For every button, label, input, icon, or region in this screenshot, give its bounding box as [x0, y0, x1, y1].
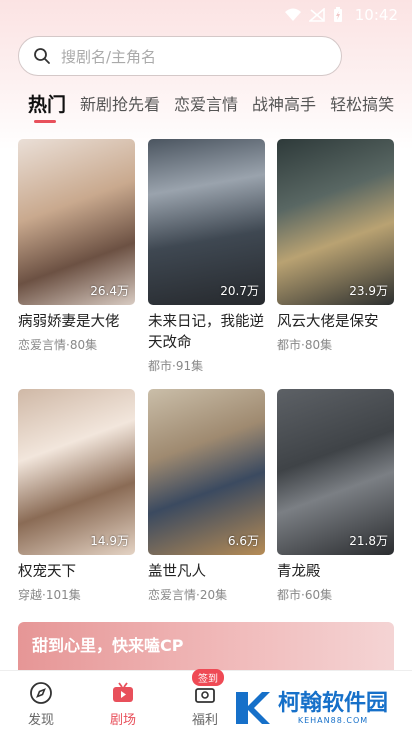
tab-comedy[interactable]: 轻松搞笑	[330, 92, 394, 118]
drama-card[interactable]: 23.9万 风云大佬是保安 都市·80集	[277, 139, 394, 353]
drama-meta: 都市·91集	[148, 359, 204, 373]
category-tabs: 热门 新剧抢先看 恋爱言情 战神高手 轻松搞笑	[28, 92, 412, 126]
battery-charging-icon	[333, 7, 342, 22]
drama-meta: 恋爱言情·80集	[18, 338, 98, 352]
view-count: 20.7万	[220, 284, 259, 298]
drama-poster[interactable]: 21.8万	[277, 389, 394, 555]
nav-discover[interactable]: 发现	[0, 671, 82, 734]
drama-meta: 恋爱言情·20集	[148, 588, 228, 602]
drama-title[interactable]: 权宠天下	[18, 562, 135, 583]
search-placeholder: 搜剧名/主角名	[61, 47, 157, 66]
drama-poster[interactable]: 23.9万	[277, 139, 394, 305]
tv-icon	[113, 682, 133, 702]
watermark: 柯翰软件园 KEHAN88.COM	[232, 682, 412, 734]
drama-title[interactable]: 病弱娇妻是大佬	[18, 312, 135, 333]
checkin-badge: 签到	[192, 669, 224, 686]
nav-label: 福利	[191, 713, 218, 728]
wifi-icon	[284, 8, 301, 21]
search-icon	[34, 48, 50, 64]
drama-title[interactable]: 未来日记，我能逆天改命	[148, 312, 265, 354]
nav-label: 发现	[27, 713, 54, 728]
watermark-text: 柯翰软件园	[278, 690, 389, 716]
tab-romance[interactable]: 恋爱言情	[174, 92, 238, 118]
banner-text: 甜到心里，快来嗑CP	[32, 636, 184, 655]
view-count: 23.9万	[349, 284, 388, 298]
drama-poster[interactable]: 6.6万	[148, 389, 265, 555]
nav-label: 剧场	[109, 713, 136, 728]
compass-icon	[30, 682, 52, 704]
drama-card[interactable]: 26.4万 病弱娇妻是大佬 恋爱言情·80集	[18, 139, 135, 353]
drama-poster[interactable]: 20.7万	[148, 139, 265, 305]
drama-title[interactable]: 盖世凡人	[148, 562, 265, 583]
status-bar: 10:42	[0, 0, 412, 30]
drama-poster[interactable]: 14.9万	[18, 389, 135, 555]
no-signal-icon	[308, 8, 325, 22]
view-count: 21.8万	[349, 534, 388, 548]
nav-theater[interactable]: 剧场	[82, 671, 164, 734]
drama-meta: 都市·80集	[277, 338, 333, 352]
drama-card[interactable]: 6.6万 盖世凡人 恋爱言情·20集	[148, 389, 265, 603]
watermark-logo-icon	[236, 692, 270, 724]
status-time: 10:42	[354, 6, 398, 24]
drama-card[interactable]: 21.8万 青龙殿 都市·60集	[277, 389, 394, 603]
drama-poster[interactable]: 26.4万	[18, 139, 135, 305]
drama-card[interactable]: 14.9万 权宠天下 穿越·101集	[18, 389, 135, 603]
drama-title[interactable]: 青龙殿	[277, 562, 394, 583]
drama-meta: 穿越·101集	[18, 588, 81, 602]
view-count: 14.9万	[90, 534, 129, 548]
search-input[interactable]: 搜剧名/主角名	[18, 36, 342, 76]
tab-hot[interactable]: 热门	[28, 92, 66, 123]
drama-title[interactable]: 风云大佬是保安	[277, 312, 394, 333]
watermark-sub: KEHAN88.COM	[297, 715, 369, 725]
drama-meta: 都市·60集	[277, 588, 333, 602]
view-count: 26.4万	[90, 284, 129, 298]
view-count: 6.6万	[227, 534, 259, 548]
tab-warrior[interactable]: 战神高手	[252, 92, 316, 118]
drama-card[interactable]: 20.7万 未来日记，我能逆天改命 都市·91集	[148, 139, 265, 374]
tab-new[interactable]: 新剧抢先看	[80, 92, 160, 118]
